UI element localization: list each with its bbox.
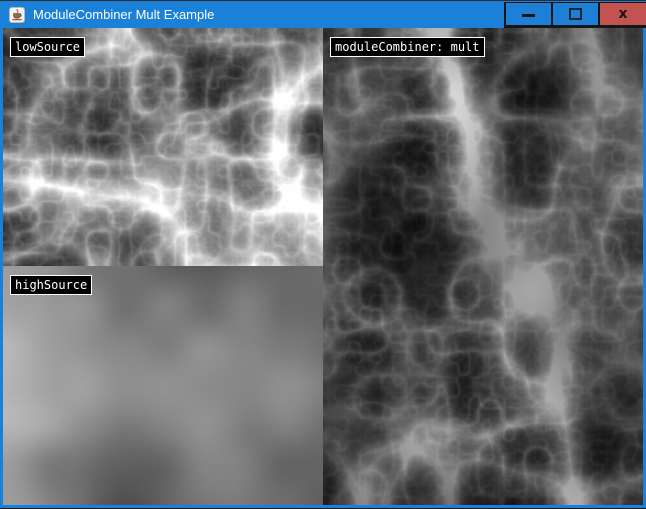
window-controls: x [504,2,646,28]
close-x-icon: x [618,7,627,21]
maximize-button[interactable] [553,3,598,25]
mult-result-noise-canvas [323,28,643,505]
title-bar[interactable]: ModuleCombiner Mult Example x [0,1,646,28]
minimize-icon [522,14,535,17]
panel-low-source: lowSource [3,28,323,266]
app-window: ModuleCombiner Mult Example x lowSource … [0,0,646,509]
low-source-label: lowSource [10,37,85,57]
minimize-button[interactable] [506,3,551,25]
noise-canvas-area: lowSource highSource moduleCombiner: mul… [3,28,643,505]
java-coffee-cup-icon[interactable] [9,7,25,23]
panel-high-source: highSource [3,266,323,505]
window-title: ModuleCombiner Mult Example [33,1,214,28]
low-source-noise-canvas [3,28,323,266]
high-source-noise-canvas [3,266,323,505]
high-source-label: highSource [10,275,92,295]
module-combiner-mult-label: moduleCombiner: mult [330,37,485,57]
close-button[interactable]: x [600,3,646,25]
panel-module-combiner-mult: moduleCombiner: mult [323,28,643,505]
maximize-icon [569,8,582,20]
